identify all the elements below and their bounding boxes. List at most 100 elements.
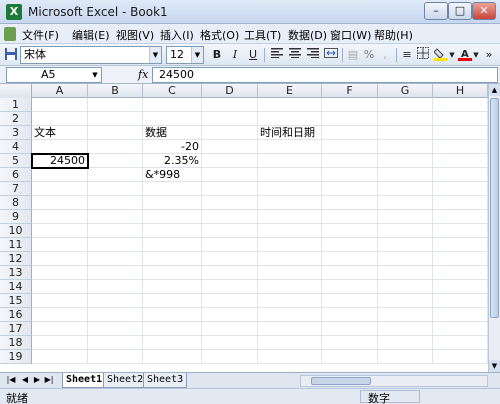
cell-h18[interactable] <box>433 336 488 350</box>
cell-a19[interactable] <box>32 350 88 364</box>
cell-c12[interactable] <box>143 252 202 266</box>
row-header-2[interactable]: 2 <box>0 112 32 126</box>
row-header-8[interactable]: 8 <box>0 196 32 210</box>
cell-d6[interactable] <box>202 168 258 182</box>
row-header-17[interactable]: 17 <box>0 322 32 336</box>
row-header-10[interactable]: 10 <box>0 224 32 238</box>
cell-f6[interactable] <box>322 168 378 182</box>
merge-center-icon[interactable] <box>322 47 340 63</box>
cell-e16[interactable] <box>258 308 322 322</box>
cell-e10[interactable] <box>258 224 322 238</box>
cell-a12[interactable] <box>32 252 88 266</box>
chevron-down-icon[interactable]: ▼ <box>89 68 101 82</box>
sheet-tab-3[interactable]: Sheet3 <box>143 373 188 388</box>
cell-c14[interactable] <box>143 280 202 294</box>
cell-a10[interactable] <box>32 224 88 238</box>
align-right-icon[interactable] <box>304 47 322 63</box>
cell-a5[interactable]: 24500 <box>31 153 89 169</box>
cell-f9[interactable] <box>322 210 378 224</box>
cell-f18[interactable] <box>322 336 378 350</box>
cell-h17[interactable] <box>433 322 488 336</box>
row-header-15[interactable]: 15 <box>0 294 32 308</box>
column-header-d[interactable]: D <box>202 84 258 98</box>
row-header-12[interactable]: 12 <box>0 252 32 266</box>
menu-window[interactable]: 窗口(W) <box>330 27 371 43</box>
cell-e19[interactable] <box>258 350 322 364</box>
cell-a9[interactable] <box>32 210 88 224</box>
cell-d1[interactable] <box>202 98 258 112</box>
cell-a17[interactable] <box>32 322 88 336</box>
cell-c7[interactable] <box>143 182 202 196</box>
next-sheet-icon[interactable]: ▶ <box>32 375 42 384</box>
cell-h12[interactable] <box>433 252 488 266</box>
cell-b17[interactable] <box>88 322 143 336</box>
cell-e9[interactable] <box>258 210 322 224</box>
cell-c3[interactable]: 数据 <box>143 126 202 140</box>
cell-d19[interactable] <box>202 350 258 364</box>
cell-c2[interactable] <box>143 112 202 126</box>
cell-f11[interactable] <box>322 238 378 252</box>
cell-d4[interactable] <box>202 140 258 154</box>
cell-e7[interactable] <box>258 182 322 196</box>
cell-b19[interactable] <box>88 350 143 364</box>
cell-a7[interactable] <box>32 182 88 196</box>
cell-c10[interactable] <box>143 224 202 238</box>
italic-button[interactable]: I <box>226 47 244 63</box>
row-header-7[interactable]: 7 <box>0 182 32 196</box>
cell-e14[interactable] <box>258 280 322 294</box>
cell-a16[interactable] <box>32 308 88 322</box>
cell-b8[interactable] <box>88 196 143 210</box>
cell-b10[interactable] <box>88 224 143 238</box>
row-header-4[interactable]: 4 <box>0 140 32 154</box>
cell-e18[interactable] <box>258 336 322 350</box>
maximize-button[interactable]: □ <box>448 2 472 20</box>
cell-h13[interactable] <box>433 266 488 280</box>
cell-f1[interactable] <box>322 98 378 112</box>
cell-e17[interactable] <box>258 322 322 336</box>
bold-button[interactable]: B <box>208 47 226 63</box>
cell-c6[interactable]: &*998 <box>143 168 202 182</box>
menu-file[interactable]: 文件(F) <box>22 27 59 43</box>
cell-g5[interactable] <box>378 154 433 168</box>
column-header-e[interactable]: E <box>258 84 322 98</box>
chevron-down-icon[interactable]: ▼ <box>472 47 480 63</box>
close-button[interactable]: ✕ <box>472 2 496 20</box>
toolbar-options-icon[interactable]: » <box>482 47 496 63</box>
cell-h11[interactable] <box>433 238 488 252</box>
cell-f3[interactable] <box>322 126 378 140</box>
chevron-down-icon[interactable]: ▼ <box>149 47 161 63</box>
scroll-up-icon[interactable]: ▲ <box>489 84 500 96</box>
chevron-down-icon[interactable]: ▼ <box>191 47 203 63</box>
cell-c9[interactable] <box>143 210 202 224</box>
cell-b5[interactable] <box>88 154 143 168</box>
cell-c16[interactable] <box>143 308 202 322</box>
cell-f14[interactable] <box>322 280 378 294</box>
column-header-b[interactable]: B <box>88 84 143 98</box>
row-header-19[interactable]: 19 <box>0 350 32 364</box>
cell-a4[interactable] <box>32 140 88 154</box>
cell-g17[interactable] <box>378 322 433 336</box>
cell-a2[interactable] <box>32 112 88 126</box>
cell-b1[interactable] <box>88 98 143 112</box>
first-sheet-icon[interactable]: |◀ <box>6 375 16 384</box>
cell-e15[interactable] <box>258 294 322 308</box>
chevron-down-icon[interactable]: ▼ <box>448 47 456 63</box>
cell-d2[interactable] <box>202 112 258 126</box>
row-header-18[interactable]: 18 <box>0 336 32 350</box>
vertical-scrollbar[interactable]: ▲ ▼ <box>488 84 500 372</box>
cell-f2[interactable] <box>322 112 378 126</box>
cell-a1[interactable] <box>32 98 88 112</box>
cell-e5[interactable] <box>258 154 322 168</box>
cell-e6[interactable] <box>258 168 322 182</box>
cell-h6[interactable] <box>433 168 488 182</box>
cell-a6[interactable] <box>32 168 88 182</box>
cell-f12[interactable] <box>322 252 378 266</box>
cell-g3[interactable] <box>378 126 433 140</box>
cell-b11[interactable] <box>88 238 143 252</box>
cell-a18[interactable] <box>32 336 88 350</box>
font-name-select[interactable]: 宋体 ▼ <box>20 46 162 64</box>
cell-e2[interactable] <box>258 112 322 126</box>
cell-f10[interactable] <box>322 224 378 238</box>
cell-e3[interactable]: 时间和日期 <box>258 126 322 140</box>
horizontal-scroll-thumb[interactable] <box>311 377 371 385</box>
